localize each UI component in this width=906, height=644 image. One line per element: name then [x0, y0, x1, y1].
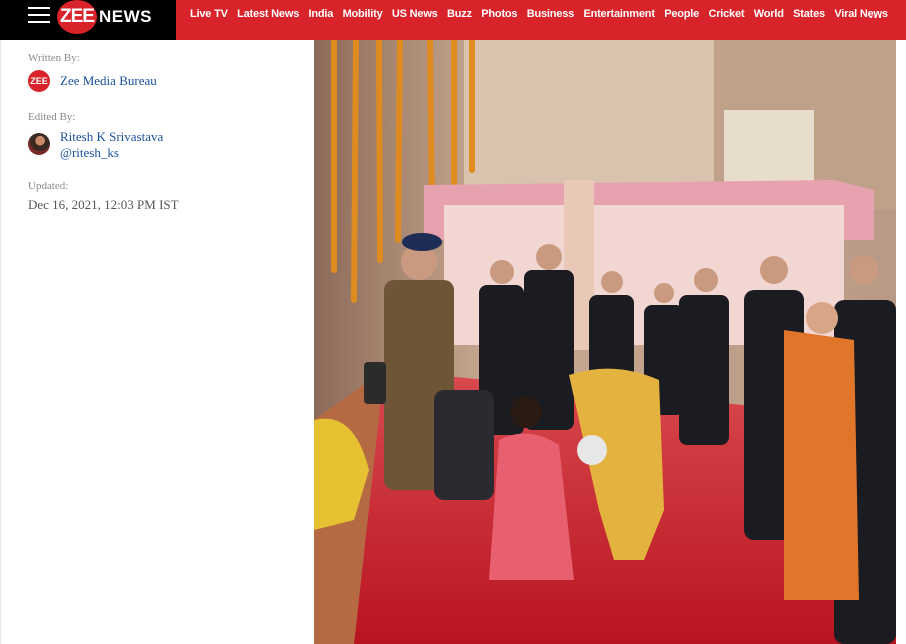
article-photo	[314, 40, 896, 644]
nav-item-entertainment[interactable]: Entertainment	[583, 8, 655, 20]
author-link[interactable]: Zee Media Bureau	[60, 73, 157, 89]
nav-item-latest-news[interactable]: Latest News	[237, 8, 299, 20]
more-menu-button[interactable]: ...	[869, 6, 883, 21]
nav-item-live-tv[interactable]: Live TV	[190, 8, 228, 20]
nav-item-buzz[interactable]: Buzz	[447, 8, 472, 20]
nav-item-india[interactable]: India	[309, 8, 334, 20]
brand-area: ZEE NEWS	[0, 0, 176, 40]
nav-item-us-news[interactable]: US News	[392, 8, 438, 20]
logo-wordmark: NEWS	[99, 7, 152, 26]
edited-by-label: Edited By:	[28, 111, 76, 123]
photo-illustration	[314, 40, 896, 644]
nav-item-states[interactable]: States	[793, 8, 825, 20]
logo-mark: ZEE	[57, 0, 97, 34]
top-nav-bar: ZEE NEWS Live TV Latest News India Mobility…	[0, 0, 906, 40]
updated-date: Dec 16, 2021, 12:03 PM IST	[28, 197, 179, 212]
nav-item-cricket[interactable]: Cricket	[708, 8, 744, 20]
page-right-margin	[896, 40, 906, 644]
site-logo[interactable]: ZEE NEWS	[57, 0, 152, 34]
editor-handle-link[interactable]: @ritesh_ks	[60, 145, 119, 161]
nav-item-business[interactable]: Business	[527, 8, 575, 20]
editor-name-link[interactable]: Ritesh K Srivastava	[60, 129, 163, 145]
editor-avatar[interactable]	[28, 133, 50, 155]
author-avatar[interactable]: ZEE	[28, 70, 50, 92]
hamburger-menu-icon[interactable]	[28, 7, 50, 25]
nav-item-people[interactable]: People	[664, 8, 699, 20]
nav-item-mobility[interactable]: Mobility	[343, 8, 383, 20]
updated-label: Updated:	[28, 180, 69, 192]
main-nav: Live TV Latest News India Mobility US News Bu…	[190, 0, 897, 28]
written-by-label: Written By:	[28, 52, 80, 64]
article-meta-panel: Written By: ZEE Zee Media Bureau Edited …	[0, 40, 314, 644]
nav-item-photos[interactable]: Photos	[481, 8, 517, 20]
nav-item-world[interactable]: World	[754, 8, 784, 20]
